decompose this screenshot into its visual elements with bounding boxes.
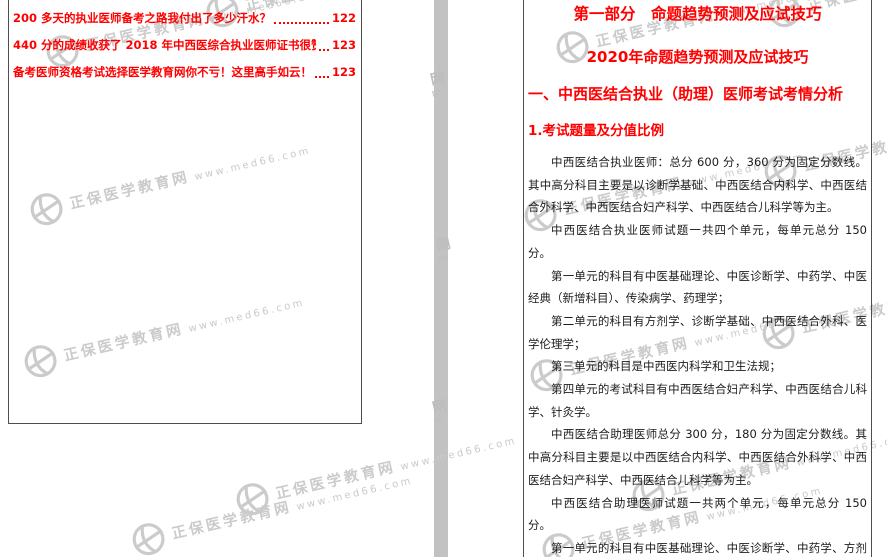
toc-item-label: 440 分的成绩收获了 2018 年中西医综合执业医师证书很赞！ [13, 37, 316, 53]
toc-page-number: 122 [332, 11, 356, 25]
page-right: 第一部分 命题趋势预测及应试技巧 2020年命题趋势预测及应试技巧 一、中西医结… [523, 0, 872, 557]
document-view: 正保医学教育网 www.med66.com 正保医学教育网 www.med66.… [0, 0, 887, 557]
toc-page-number: 123 [332, 65, 356, 79]
body-paragraph: 中西医结合助理医师试题一共两个单元，每单元总分 150 分。 [528, 492, 867, 537]
body-paragraph: 第四单元的考试科目有中西医结合妇产科学、中西医结合儿科学、针灸学。 [528, 378, 867, 423]
toc-item-label: 备考医师资格考试选择医学教育网你不亏！这里高手如云！ [13, 64, 312, 80]
body-paragraph: 第三单元的科目是中西医内科学和卫生法规； [528, 355, 867, 378]
body-paragraph: 第一单元的科目有中医基础理论、中医诊断学、中药学、方剂学、针灸学、诊断学基础、药… [528, 537, 867, 557]
dotted-leader [274, 11, 329, 24]
watermark-partial: 网 m [435, 237, 455, 266]
toc-item[interactable]: 200 多天的执业医师备考之路我付出了多少汗水？ 122 [13, 4, 356, 31]
body-paragraph: 第二单元的科目有方剂学、诊断学基础、中西医结合外科、医学伦理学； [528, 310, 867, 355]
part-heading: 第一部分 命题趋势预测及应试技巧 [528, 4, 867, 24]
body-paragraph: 中西医结合执业医师：总分 600 分，360 分为固定分数线。其中高分科目主要是… [528, 151, 867, 219]
body-paragraph: 中西医结合助理医师总分 300 分，180 分为固定分数线。其中高分科目主要是以… [528, 423, 867, 491]
dotted-leader [315, 65, 329, 78]
body-paragraph: 第一单元的科目有中医基础理论、中医诊断学、中药学、中医经典（新增科目）、传染病学… [528, 265, 867, 310]
toc-item-label: 200 多天的执业医师备考之路我付出了多少汗水？ [13, 10, 271, 26]
dotted-leader [319, 38, 329, 51]
toc-item[interactable]: 备考医师资格考试选择医学教育网你不亏！这里高手如云！ 123 [13, 58, 356, 85]
section-heading: 一、中西医结合执业（助理）医师考试考情分析 [528, 84, 867, 104]
med66-logo-icon [128, 519, 169, 557]
toc-item[interactable]: 440 分的成绩收获了 2018 年中西医综合执业医师证书很赞！ 123 [13, 31, 356, 58]
watermark-brand-text: 正保医学教育网 [170, 499, 293, 542]
year-heading: 2020年命题趋势预测及应试技巧 [528, 47, 867, 67]
subsection-heading: 1.考试题量及分值比例 [528, 122, 867, 141]
watermark-url-text: www.med66.com [400, 435, 518, 472]
body-text: 中西医结合执业医师：总分 600 分，360 分为固定分数线。其中高分科目主要是… [528, 151, 867, 557]
body-paragraph: 中西医结合执业医师试题一共四个单元，每单元总分 150 分。 [528, 219, 867, 264]
page-left: 200 多天的执业医师备考之路我付出了多少汗水？ 122 440 分的成绩收获了… [8, 0, 362, 424]
toc-page-number: 123 [332, 38, 356, 52]
toc-list: 200 多天的执业医师备考之路我付出了多少汗水？ 122 440 分的成绩收获了… [13, 4, 356, 85]
